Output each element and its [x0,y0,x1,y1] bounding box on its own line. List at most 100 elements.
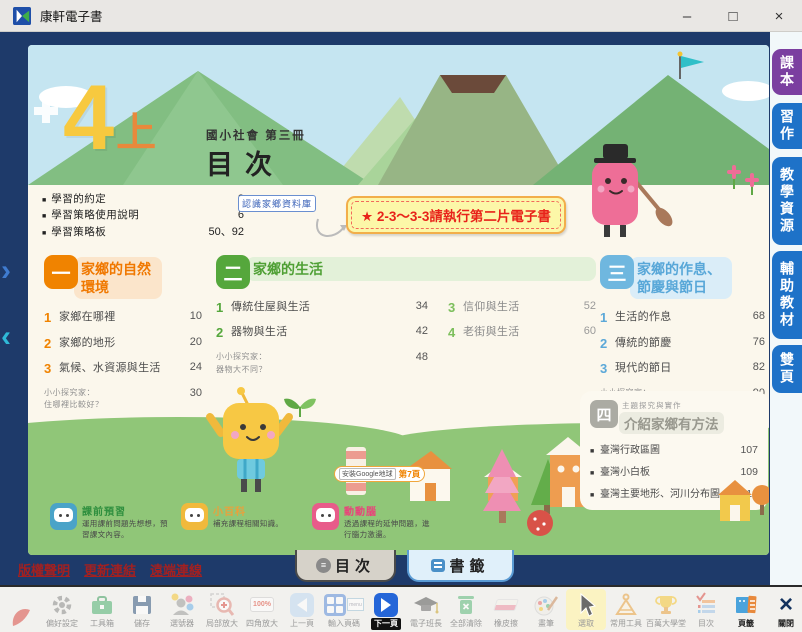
unit-1-header: 一 家鄉的自然環境 [44,255,202,299]
toolbox-icon [89,591,115,618]
toc-tab-icon: ≡ [316,558,331,573]
next-page-chevron-icon[interactable]: › [1,258,11,284]
page-input-button[interactable]: menu 輸入頁碼 [322,589,366,630]
number-picker-button[interactable]: 選號器 [162,589,202,630]
lesson-row[interactable]: 1 家鄉在哪裡 10 [44,310,202,325]
hometown-database-button[interactable]: 認識家鄉資料庫 [238,195,316,212]
select-button[interactable]: 選取 [566,589,606,630]
lesson-title: 生活的作息 [615,310,735,325]
sidebar-tab-dual-page[interactable]: 雙頁 [772,345,802,393]
lesson-page: 34 [398,300,428,312]
bottom-tab-label: 書籤 [449,555,489,576]
sidebar-tab-workbook[interactable]: 習作 [772,103,802,149]
sidebar-tab-teaching-resources[interactable]: 教學資源 [772,157,802,245]
bookmark-tabs-button[interactable]: 頁籤 [726,589,766,630]
lesson-page: 68 [735,310,765,322]
sidebar-tab-textbook[interactable]: 課本 [772,49,802,95]
bullet-icon: ■ [42,230,46,237]
e-monitor-button[interactable]: 電子班長 [406,589,446,630]
legend: 課前預習 運用課前問題先想想，預習課文內容。 小百科 補充課程相關知識。 動動腦 [50,503,443,541]
google-earth-button[interactable]: 安裝Google地球 第7頁 [334,466,425,482]
intro-item[interactable]: ■ 學習策略板 50、92 [42,223,244,239]
floppy-icon [129,591,155,618]
legend-desc: 透過課程的延伸問題，進行腦力激盪。 [344,519,434,541]
unit-4-item[interactable]: ■ 臺灣行政區圖 107 [590,441,758,456]
area-zoom-button[interactable]: 局部放大 [202,589,242,630]
quiz-button[interactable]: 百萬大學堂 [646,589,686,630]
close-window-button[interactable]: × [756,0,802,32]
brainstorm-robot-icon [312,503,339,530]
bullet-icon: ■ [590,448,600,455]
save-button[interactable]: 儲存 [122,589,162,630]
minimize-button[interactable]: – [664,0,710,32]
prev-page-button[interactable]: 上一頁 [282,589,322,630]
unit-3-badge: 三 [600,255,634,289]
next-page-button[interactable]: 下一頁 [366,589,406,630]
preview-robot-icon [50,503,77,530]
unit-4-item[interactable]: ■ 臺灣主要地形、河川分布圖 110 [590,485,758,500]
lesson-number: 3 [448,300,463,315]
maximize-button[interactable]: □ [710,0,756,32]
unit-2-badge: 二 [216,255,250,289]
common-tools-button[interactable]: 常用工具 [606,589,646,630]
lesson-row[interactable]: 1 生活的作息 68 [600,310,765,325]
item-label: 臺灣小白板 [600,463,740,478]
corner-zoom-button[interactable]: 100% 四角放大 [242,589,282,630]
unit-4-introduce-hometown: 四 主題探究與實作 介紹家鄉有方法 ■ 臺灣行政區圖 107 ■ 臺灣小白板 1… [580,391,768,510]
prev-page-chevron-icon[interactable]: ‹ [1,324,11,350]
unit-3-title: 家鄉的作息、節慶與節日 [630,257,732,299]
lesson-page: 52 [566,300,596,312]
intro-label: 學習策略使用說明 [51,207,238,222]
unit-1-natural-environment: 一 家鄉的自然環境 1 家鄉在哪裡 10 2 家鄉的地形 20 3 氣候、水資源… [44,255,202,412]
grad-cap-icon [413,591,439,618]
remote-connection-link[interactable]: 遠端連線 [150,560,202,579]
page-title: 目次 [206,143,284,182]
item-page: 109 [740,466,758,478]
lesson-row[interactable]: 4 老街與生活 60 [448,325,596,340]
bullet-icon: ■ [590,470,600,477]
close-app-button[interactable]: × 關閉 [766,589,802,630]
legend-item-preview: 課前預習 運用課前問題先想想，預習課文內容。 [50,503,172,541]
notice-inner: ★ 2-3～3-3請執行第二片電子書 [351,201,561,229]
close-x-icon: × [779,591,793,618]
explore-row[interactable]: 小小探究家：住哪裡比較好？ 30 [44,387,202,413]
legend-item-encyclopedia: 小百科 補充課程相關知識。 [181,503,303,541]
item-page: 107 [740,444,758,456]
copyright-link[interactable]: 版權聲明 [18,560,70,579]
bullet-icon: ■ [42,197,46,204]
item-page: 110 [741,488,758,500]
update-link[interactable]: 更新連結 [84,560,136,579]
lesson-row[interactable]: 3 信仰與生活 52 [448,300,596,315]
brush-button[interactable]: 畫筆 [526,589,566,630]
unit-4-header: 四 主題探究與實作 介紹家鄉有方法 [590,400,758,434]
lesson-row[interactable]: 3 氣候、水資源與生活 24 [44,361,202,376]
sidebar-tab-supplementary-materials[interactable]: 輔助教材 [772,251,802,339]
preferences-button[interactable]: 偏好設定 [42,589,82,630]
lesson-title: 家鄉在哪裡 [59,310,172,325]
legend-desc: 補充課程相關知識。 [213,519,283,530]
bottom-tab-bookmark[interactable]: 書籤 [407,550,514,582]
lesson-page: 76 [735,336,765,348]
pen-icon [9,603,35,630]
explore-row[interactable]: 小小探究家：器物大不同？ 48 [216,351,428,377]
lesson-row[interactable]: 1 傳統住屋與生活 34 [216,300,428,315]
intro-item[interactable]: ■ 學習策略使用說明 6 [42,207,244,223]
series-title: 國小社會 第三冊 [206,127,306,143]
pen-tool-button[interactable] [2,601,42,630]
lesson-row[interactable]: 2 家鄉的地形 20 [44,336,202,351]
toolbox-button[interactable]: 工具箱 [82,589,122,630]
eraser-button[interactable]: 橡皮擦 [486,589,526,630]
toc-button[interactable]: 目次 [686,589,726,630]
lesson-row[interactable]: 2 傳統的節慶 76 [600,336,765,351]
intro-item[interactable]: ■ 學習的約定 2 [42,191,244,207]
bottom-tab-toc[interactable]: ≡ 目次 [295,550,396,582]
clear-all-button[interactable]: 全部清除 [446,589,486,630]
google-earth-page-ref: 第7頁 [399,468,421,480]
lesson-row[interactable]: 2 器物與生活 42 [216,325,428,340]
bullet-icon: ■ [42,213,46,220]
unit-4-item[interactable]: ■ 臺灣小白板 109 [590,463,758,478]
lesson-number: 2 [44,336,59,351]
lesson-row[interactable]: 3 現代的節日 82 [600,361,765,376]
titlebar: 康軒電子書 – □ × [0,0,802,32]
explore-page: 30 [172,387,202,413]
